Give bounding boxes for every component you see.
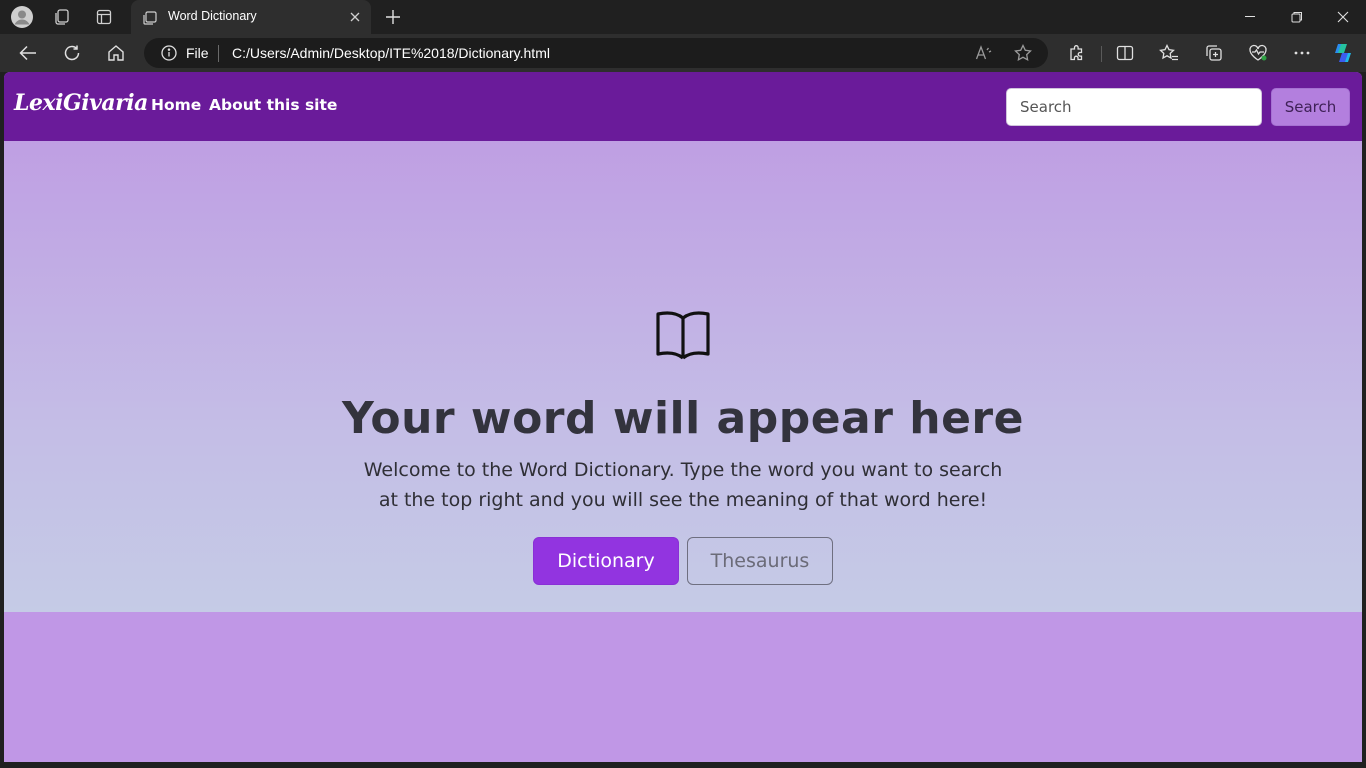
site-navbar: LexiGivaria Home About this site Search (4, 72, 1362, 141)
browser-toolbar: File C:/Users/Admin/Desktop/ITE%2018/Dic… (0, 34, 1366, 72)
refresh-icon[interactable] (60, 41, 84, 65)
nav-link-about[interactable]: About this site (209, 96, 337, 114)
result-area (4, 612, 1362, 762)
toolbar-divider (1101, 46, 1102, 62)
search-input[interactable] (1006, 88, 1262, 126)
close-window-icon[interactable] (1331, 6, 1355, 28)
close-tab-icon[interactable] (347, 9, 363, 25)
back-icon[interactable] (16, 41, 40, 65)
nav-link-home[interactable]: Home (151, 96, 201, 114)
tab-actions-icon[interactable] (92, 5, 116, 29)
hero-description: Welcome to the Word Dictionary. Type the… (363, 459, 1003, 511)
copilot-icon[interactable] (1331, 41, 1355, 65)
page-viewport: LexiGivaria Home About this site Search … (4, 72, 1362, 762)
address-bar[interactable]: File C:/Users/Admin/Desktop/ITE%2018/Dic… (144, 38, 1048, 68)
new-tab-icon[interactable] (382, 6, 404, 28)
site-brand-logo[interactable]: LexiGivaria (14, 90, 148, 116)
workspaces-icon[interactable] (50, 5, 74, 29)
read-aloud-icon[interactable] (974, 43, 994, 63)
profile-icon[interactable] (10, 5, 34, 29)
hero-section: Your word will appear here Welcome to th… (4, 141, 1362, 612)
restore-icon[interactable] (1285, 6, 1309, 28)
tab-favicon (143, 10, 157, 25)
dictionary-button[interactable]: Dictionary (533, 537, 679, 585)
collections-icon[interactable] (1202, 41, 1226, 65)
address-url[interactable]: C:/Users/Admin/Desktop/ITE%2018/Dictiona… (232, 45, 550, 61)
split-screen-icon[interactable] (1113, 41, 1137, 65)
thesaurus-button[interactable]: Thesaurus (687, 537, 833, 585)
browser-tab-bar: Word Dictionary (0, 0, 1366, 34)
search-button[interactable]: Search (1271, 88, 1350, 126)
address-divider (218, 45, 219, 62)
home-icon[interactable] (104, 41, 128, 65)
hero-title: Your word will appear here (342, 393, 1024, 444)
favorite-star-icon[interactable] (1013, 43, 1033, 63)
favorites-icon[interactable] (1157, 41, 1181, 65)
tab-title: Word Dictionary (168, 9, 257, 23)
address-scheme-label: File (186, 45, 209, 61)
minimize-icon[interactable] (1239, 6, 1263, 28)
info-icon[interactable] (161, 45, 177, 61)
active-tab[interactable]: Word Dictionary (131, 0, 371, 34)
extensions-icon[interactable] (1065, 41, 1089, 65)
book-icon (655, 310, 711, 360)
more-icon[interactable] (1290, 41, 1314, 65)
browser-essentials-icon[interactable] (1246, 41, 1270, 65)
